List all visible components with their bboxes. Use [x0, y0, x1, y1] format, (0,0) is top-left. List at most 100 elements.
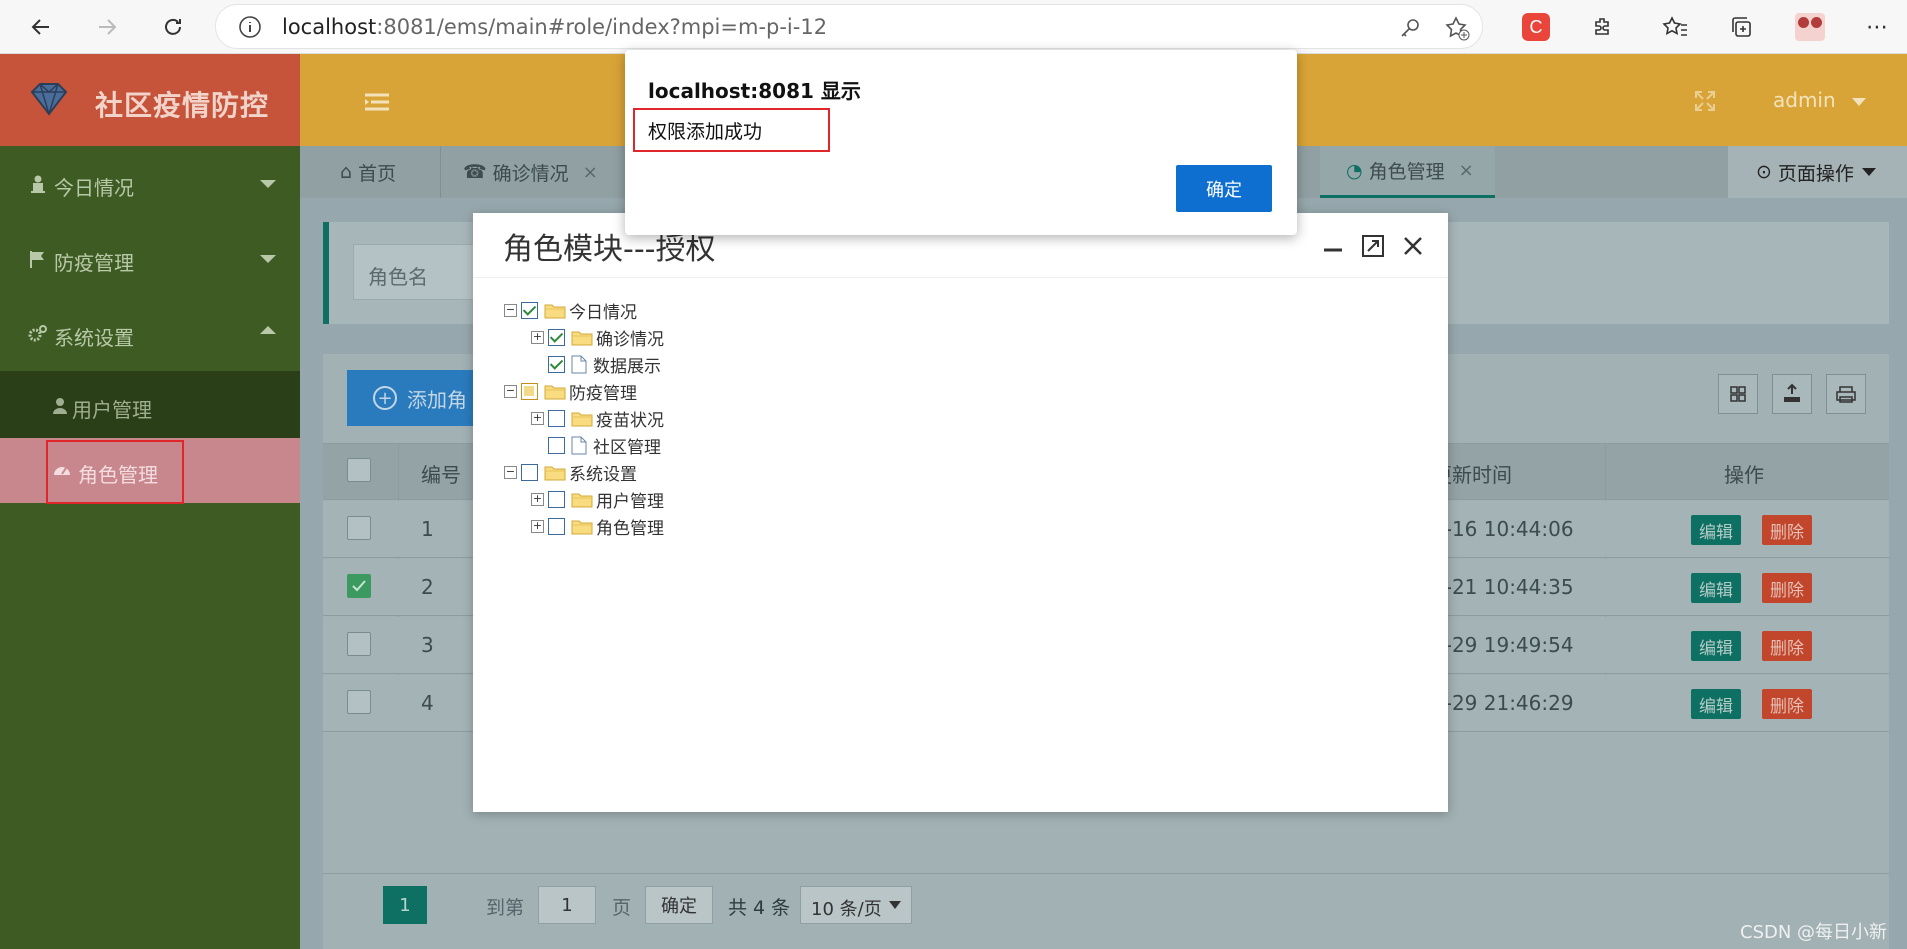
close-icon[interactable] [1401, 234, 1425, 258]
app-title: 社区疫情防控 [95, 89, 270, 122]
pager-confirm-button[interactable]: 确定 [645, 886, 713, 924]
tab-roles[interactable]: ◔ 角色管理 × [1320, 146, 1495, 198]
delete-button[interactable]: 删除 [1762, 573, 1812, 603]
delete-button[interactable]: 删除 [1762, 689, 1812, 719]
tree-node-label[interactable]: 社区管理 [593, 433, 661, 458]
tree-checkbox[interactable] [521, 301, 538, 319]
menu-toggle-icon[interactable] [365, 92, 389, 111]
tab-home[interactable]: ⌂ 首页 [340, 146, 396, 198]
tree-node: + 确诊情况 [531, 325, 664, 350]
delete-button[interactable]: 删除 [1762, 515, 1812, 545]
chevron-down-icon [260, 255, 276, 263]
expand-icon[interactable]: + [531, 330, 544, 344]
sidebar-item-today[interactable]: 今日情况 [0, 146, 300, 221]
header-actions: 操作 [1724, 463, 1764, 487]
edit-button[interactable]: 编辑 [1691, 631, 1741, 661]
row-checkbox[interactable] [347, 516, 371, 540]
close-icon[interactable]: × [583, 162, 598, 183]
page-operations[interactable]: ⊙ 页面操作 [1728, 146, 1907, 198]
tree-node: 社区管理 [531, 433, 661, 458]
row-checkbox[interactable] [347, 690, 371, 714]
tree-checkbox[interactable] [521, 463, 538, 481]
sidebar-item-label: 系统设置 [54, 326, 134, 350]
csdn-extension-icon[interactable]: C [1521, 12, 1551, 42]
add-button-label: 添加角 [407, 387, 467, 412]
key-icon[interactable] [1398, 16, 1422, 40]
tree-node-label[interactable]: 系统设置 [569, 460, 637, 485]
row-checkbox[interactable] [347, 574, 371, 598]
expand-icon[interactable]: + [531, 411, 544, 425]
print-icon [1836, 386, 1856, 403]
pager-goto-label: 到第 [486, 897, 525, 919]
tree-node-label[interactable]: 防疫管理 [569, 379, 637, 404]
collapse-icon[interactable]: − [504, 465, 517, 479]
tree-checkbox[interactable] [548, 355, 565, 373]
tree-node-label[interactable]: 数据展示 [593, 352, 661, 377]
row-checkbox[interactable] [347, 632, 371, 656]
back-icon[interactable] [26, 12, 56, 42]
pager-current-page[interactable]: 1 [383, 886, 427, 924]
print-button[interactable] [1826, 374, 1866, 414]
fullscreen-icon[interactable] [1694, 90, 1716, 112]
row-updated: 0-29 19:49:54 [1432, 633, 1574, 657]
expand-icon[interactable]: + [531, 492, 544, 506]
tree-checkbox[interactable] [548, 436, 565, 454]
sidebar-item-epidemic[interactable]: 防疫管理 [0, 221, 300, 296]
tree-node-label[interactable]: 角色管理 [596, 514, 664, 539]
pager-page-unit: 页 [612, 897, 632, 919]
sidebar-item-users[interactable]: 用户管理 [0, 373, 300, 438]
maximize-icon[interactable] [1361, 234, 1385, 258]
add-role-button[interactable]: + 添加角 [347, 370, 477, 426]
collapse-icon[interactable]: − [504, 303, 517, 317]
tree-node-label[interactable]: 今日情况 [569, 298, 637, 323]
tree-checkbox[interactable] [548, 328, 565, 346]
page-size-select[interactable]: 10 条/页 [800, 886, 912, 924]
more-icon[interactable]: ⋯ [1862, 12, 1892, 42]
phone-icon: ☎ [463, 161, 487, 183]
sidebar-item-settings[interactable]: 系统设置 [0, 296, 300, 371]
tab-label: 确诊情况 [492, 162, 569, 185]
favorites-icon[interactable] [1660, 12, 1690, 42]
minimize-icon[interactable] [1322, 236, 1344, 258]
delete-button[interactable]: 删除 [1762, 631, 1812, 661]
row-id: 1 [421, 517, 434, 541]
close-icon[interactable]: × [1459, 160, 1474, 181]
edit-button[interactable]: 编辑 [1691, 515, 1741, 545]
columns-filter-button[interactable] [1718, 374, 1758, 414]
pager-goto-input[interactable]: 1 [538, 886, 596, 924]
edit-button[interactable]: 编辑 [1691, 573, 1741, 603]
collections-icon[interactable] [1726, 12, 1756, 42]
tree-node-label[interactable]: 用户管理 [596, 487, 664, 512]
export-icon [1784, 383, 1800, 402]
favorite-add-icon[interactable] [1444, 15, 1470, 41]
tree-checkbox[interactable] [548, 490, 565, 508]
user-menu[interactable]: admin [1773, 88, 1867, 112]
folder-icon [571, 518, 593, 535]
info-icon[interactable] [238, 15, 262, 39]
tree-node-label[interactable]: 疫苗状况 [596, 406, 664, 431]
row-id: 4 [421, 691, 434, 715]
edit-button[interactable]: 编辑 [1691, 689, 1741, 719]
role-name-search-input[interactable]: 角色名 [353, 244, 483, 300]
extensions-icon[interactable] [1588, 12, 1618, 42]
tree-node: + 用户管理 [531, 487, 664, 512]
profile-avatar-icon[interactable] [1795, 12, 1825, 42]
tree-node-label[interactable]: 确诊情况 [596, 325, 664, 350]
tree-checkbox[interactable] [548, 409, 565, 427]
export-button[interactable] [1772, 374, 1812, 414]
row-updated: 0-16 10:44:06 [1432, 517, 1574, 541]
tab-confirmed[interactable]: ☎ 确诊情况 × [463, 146, 598, 198]
alert-ok-button[interactable]: 确定 [1176, 165, 1272, 212]
plus-circle-icon: + [373, 386, 397, 410]
tree-checkbox[interactable] [521, 382, 538, 400]
grid-icon [1730, 386, 1746, 402]
select-all-checkbox[interactable] [347, 458, 371, 482]
reload-icon[interactable] [158, 12, 188, 42]
collapse-icon[interactable]: − [504, 384, 517, 398]
tab-divider [440, 146, 441, 198]
tree-checkbox[interactable] [548, 517, 565, 535]
expand-icon[interactable]: + [531, 519, 544, 533]
forward-icon[interactable] [92, 12, 122, 42]
address-bar[interactable]: localhost:8081/ems/main#role/index?mpi=m… [215, 4, 1483, 49]
tree-node: + 角色管理 [531, 514, 664, 539]
